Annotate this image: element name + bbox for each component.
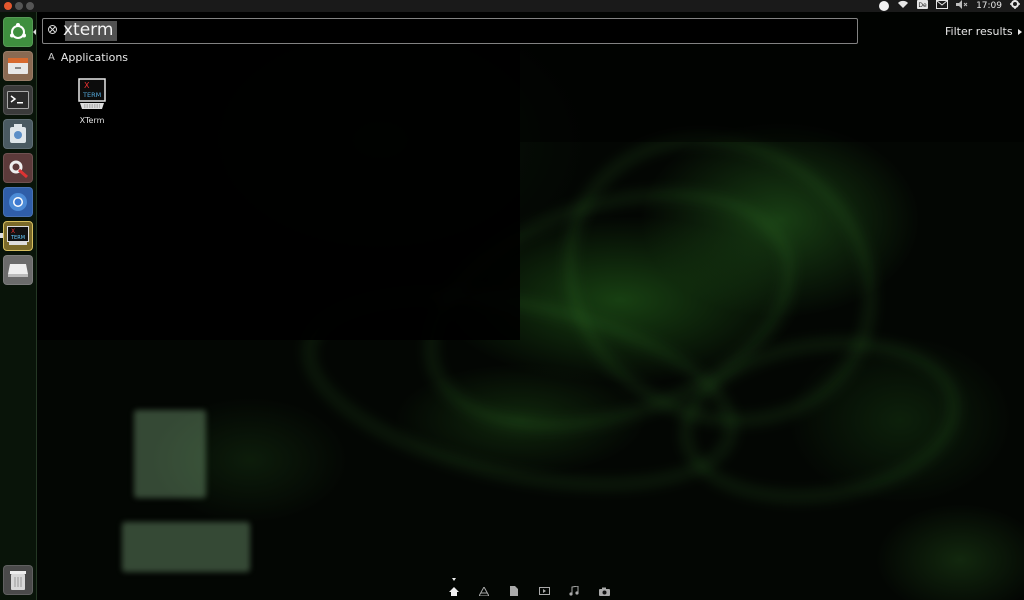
launcher-screenshot[interactable] [3,119,33,149]
svg-text:TERM: TERM [10,235,25,241]
desktop-file-icon[interactable] [134,410,206,498]
close-window-button[interactable] [4,2,12,10]
system-tray: De 17:09 [879,0,1020,12]
indicator-icon[interactable] [879,1,890,11]
filter-results-button[interactable]: Filter results [945,25,1022,38]
settings-icon [7,157,29,179]
clear-search-icon[interactable] [48,25,57,34]
clock[interactable]: 17:09 [976,1,1002,11]
mail-icon[interactable] [936,0,949,13]
minimize-window-button[interactable] [15,2,23,10]
camera-icon [8,123,28,145]
xterm-app-icon: X TERM [78,78,106,112]
gear-icon[interactable] [1010,0,1020,13]
keyboard-layout-icon[interactable]: De [917,0,929,13]
video-icon[interactable] [538,586,550,596]
svg-text:X: X [11,228,15,235]
launcher-trash[interactable] [3,565,33,595]
result-label: XTerm [79,116,105,125]
volume-muted-icon[interactable] [956,0,968,13]
applications-category-icon: A [48,52,55,63]
launcher-terminal[interactable] [3,85,33,115]
file-manager-icon [7,56,29,76]
desktop-folder-icon[interactable] [122,522,250,572]
files-icon[interactable] [508,586,520,596]
lens-bar [440,578,620,600]
category-header-applications[interactable]: A Applications [48,51,128,64]
xterm-icon-word: TERM [82,91,101,99]
category-label: Applications [60,51,129,64]
launcher-chromium[interactable] [3,187,33,217]
active-lens-marker [452,578,456,581]
launcher-xterm[interactable]: X TERM [3,221,33,251]
xterm-icon-letter: X [84,81,90,90]
active-arrow [33,29,36,35]
svg-text:De: De [918,2,927,9]
result-xterm[interactable]: X TERM XTerm [72,78,112,125]
launcher-system-settings[interactable] [3,153,33,183]
top-panel: De 17:09 [0,0,1024,12]
running-indicator [0,233,3,238]
chromium-icon [7,191,29,213]
launcher-files[interactable] [3,51,33,81]
filter-results-label: Filter results [945,25,1013,38]
trash-icon [8,569,28,591]
photos-icon[interactable] [598,586,610,596]
applications-icon[interactable] [478,586,490,596]
launcher-drive[interactable] [3,255,33,285]
home-icon[interactable] [448,586,460,596]
terminal-icon [7,91,29,109]
xterm-icon: X TERM [7,226,29,246]
launcher: X TERM [0,12,37,600]
triangle-right-icon [1017,28,1022,35]
music-icon[interactable] [568,586,580,596]
search-input[interactable] [63,20,843,40]
drive-icon [7,262,29,278]
dash-search-bar [42,18,858,44]
maximize-window-button[interactable] [26,2,34,10]
ubuntu-logo-icon [8,22,28,42]
dash-home-button[interactable] [3,17,33,47]
wifi-icon[interactable] [897,0,909,13]
